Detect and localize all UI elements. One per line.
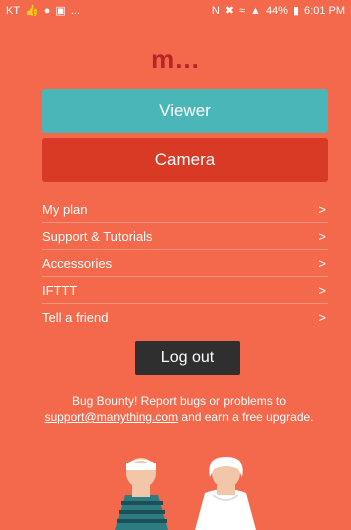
mute-icon: ✖ (224, 4, 234, 17)
menu-item-tell-a-friend[interactable]: Tell a friend > (42, 304, 328, 330)
chevron-right-icon: > (318, 255, 326, 271)
thumbs-up-icon: 👍 (25, 4, 39, 17)
menu-item-label: IFTTT (42, 282, 78, 298)
chat-icon: ● (43, 4, 51, 17)
logout-button[interactable]: Log out (135, 341, 240, 375)
battery-percent: 44% (265, 5, 288, 17)
battery-icon: ▮ (292, 4, 300, 17)
menu-item-label: Tell a friend (42, 309, 109, 325)
nfc-icon: N (211, 4, 220, 17)
left-character (115, 458, 168, 530)
status-bar-right: N ✖ ≈ ▲ 44% ▮ 6:01 PM (212, 5, 345, 17)
signal-icon: ▲ (250, 4, 261, 17)
camera-button[interactable]: Camera (42, 138, 328, 182)
settings-menu: My plan > Support & Tutorials > Accessor… (42, 196, 328, 330)
wifi-icon: ≈ (239, 4, 246, 17)
menu-item-ifttt[interactable]: IFTTT > (42, 277, 328, 304)
bug-bounty-message: Bug Bounty! Report bugs or problems to s… (24, 393, 334, 425)
bounty-text-after: and earn a free upgrade. (181, 410, 314, 424)
chevron-right-icon: > (318, 228, 326, 244)
chevron-right-icon: > (318, 309, 326, 325)
app-logo: m... (151, 44, 200, 74)
status-bar-left: KT 👍 ● ▣ ... (6, 5, 80, 17)
menu-item-label: My plan (42, 201, 88, 217)
menu-item-label: Accessories (42, 255, 113, 271)
status-time: 6:01 PM (304, 5, 345, 17)
chevron-right-icon: > (318, 282, 326, 298)
menu-item-label: Support & Tutorials (42, 228, 153, 244)
right-character (195, 457, 256, 530)
chevron-right-icon: > (318, 201, 326, 217)
support-email-link[interactable]: support@manything.com (44, 410, 178, 424)
status-bar: KT 👍 ● ▣ ... N ✖ ≈ ▲ 44% ▮ 6:01 PM (0, 0, 351, 22)
gallery-icon: ▣ (55, 4, 66, 17)
bounty-text-before: Bug Bounty! Report bugs or problems to (71, 394, 287, 408)
viewer-button[interactable]: Viewer (42, 89, 328, 133)
menu-item-my-plan[interactable]: My plan > (42, 196, 328, 223)
menu-item-support-tutorials[interactable]: Support & Tutorials > (42, 223, 328, 250)
carrier-label: KT (6, 5, 21, 17)
menu-item-accessories[interactable]: Accessories > (42, 250, 328, 277)
notification-overflow: ... (70, 5, 80, 17)
illustration (115, 457, 256, 530)
